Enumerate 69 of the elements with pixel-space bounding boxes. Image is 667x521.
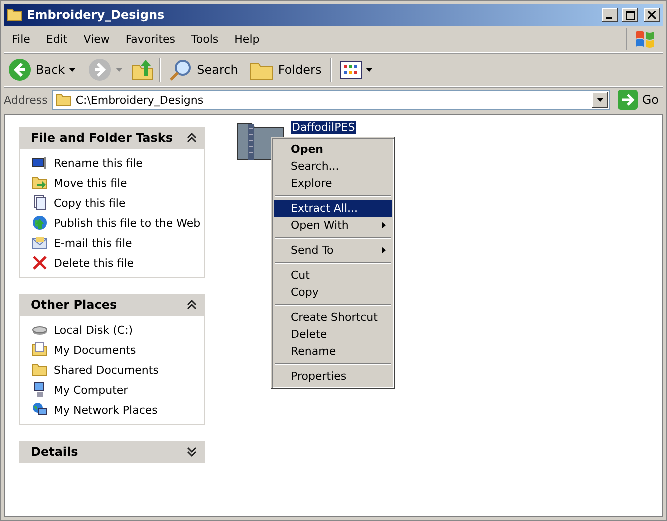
search-icon [169, 58, 194, 82]
task-link[interactable]: E-mail this file [54, 236, 132, 250]
menu-item[interactable]: Extract All... [274, 200, 392, 217]
collapse-icon[interactable] [187, 132, 197, 144]
task-link[interactable]: My Network Places [54, 404, 158, 416]
task-link[interactable]: Copy this file [54, 196, 126, 210]
close-button[interactable] [644, 8, 660, 22]
rename-icon [32, 155, 48, 171]
dropdown-arrow-icon [366, 68, 373, 72]
folder-icon [32, 362, 48, 378]
menu-item[interactable]: Help [226, 30, 268, 48]
dropdown-arrow-icon [596, 98, 604, 102]
menu-item[interactable]: Open With [274, 217, 392, 234]
menu-item[interactable]: Rename [274, 343, 392, 360]
copy-icon [32, 195, 48, 211]
network-icon [32, 402, 48, 418]
menu-item[interactable]: File [4, 30, 38, 48]
menu-item[interactable]: View [76, 30, 118, 48]
menu-item[interactable]: Favorites [118, 30, 184, 48]
globe-icon [32, 215, 48, 231]
flag-logo-icon [634, 29, 656, 49]
back-button[interactable]: Back [4, 56, 80, 84]
menu-item[interactable]: Send To [274, 242, 392, 259]
delete-icon [32, 255, 48, 271]
menu-item[interactable]: Delete [274, 326, 392, 343]
envelope-icon [32, 235, 48, 251]
submenu-arrow-icon [382, 247, 386, 254]
menu-item[interactable]: Cut [274, 267, 392, 284]
panel-header[interactable]: Details [19, 441, 205, 463]
close-icon [648, 11, 656, 19]
address-label: Address [4, 94, 48, 106]
views-icon [340, 61, 362, 79]
go-button[interactable]: Go [614, 88, 663, 112]
submenu-arrow-icon [382, 222, 386, 229]
dropdown-button[interactable] [592, 92, 608, 108]
menu-item[interactable]: Explore [274, 175, 392, 192]
task-link[interactable]: Rename this file [54, 156, 143, 170]
menu-item[interactable]: Copy [274, 284, 392, 301]
panel-header[interactable]: File and Folder Tasks [19, 127, 205, 149]
expand-icon[interactable] [187, 446, 197, 458]
maximize-button[interactable] [622, 8, 638, 22]
menu-item[interactable]: Tools [184, 30, 227, 48]
task-link[interactable]: My Documents [54, 344, 136, 356]
task-link[interactable]: My Computer [54, 384, 128, 396]
menu-item[interactable]: Search... [274, 158, 392, 175]
task-link[interactable]: Delete this file [54, 256, 134, 270]
dropdown-arrow-icon [69, 68, 76, 72]
minimize-button[interactable] [602, 8, 618, 22]
task-link[interactable]: Shared Documents [54, 364, 159, 376]
menu-item[interactable]: Edit [38, 30, 76, 48]
maximize-icon [626, 10, 634, 20]
window-title: Embroidery_Designs [27, 8, 166, 22]
collapse-icon[interactable] [187, 299, 197, 311]
menu-item[interactable]: Open [274, 141, 392, 158]
address-field[interactable]: C:\Embroidery_Designs [52, 90, 610, 110]
panel-header[interactable]: Other Places [19, 294, 205, 316]
task-link[interactable]: Publish this file to the Web [54, 216, 201, 230]
dropdown-arrow-icon [116, 68, 124, 72]
task-link[interactable]: Local Disk (C:) [54, 324, 134, 336]
menu-item[interactable]: Properties [274, 368, 392, 385]
folder-icon [7, 8, 23, 22]
menu-item[interactable]: Create Shortcut [274, 309, 392, 326]
folder-icon [56, 93, 72, 107]
folders-button[interactable]: Folders [246, 57, 326, 83]
search-button[interactable]: Search [165, 56, 242, 84]
file-name[interactable]: DaffodilPES [291, 121, 356, 134]
task-link[interactable]: Move this file [54, 176, 128, 190]
move-icon [32, 175, 48, 191]
documents-icon [32, 342, 48, 358]
